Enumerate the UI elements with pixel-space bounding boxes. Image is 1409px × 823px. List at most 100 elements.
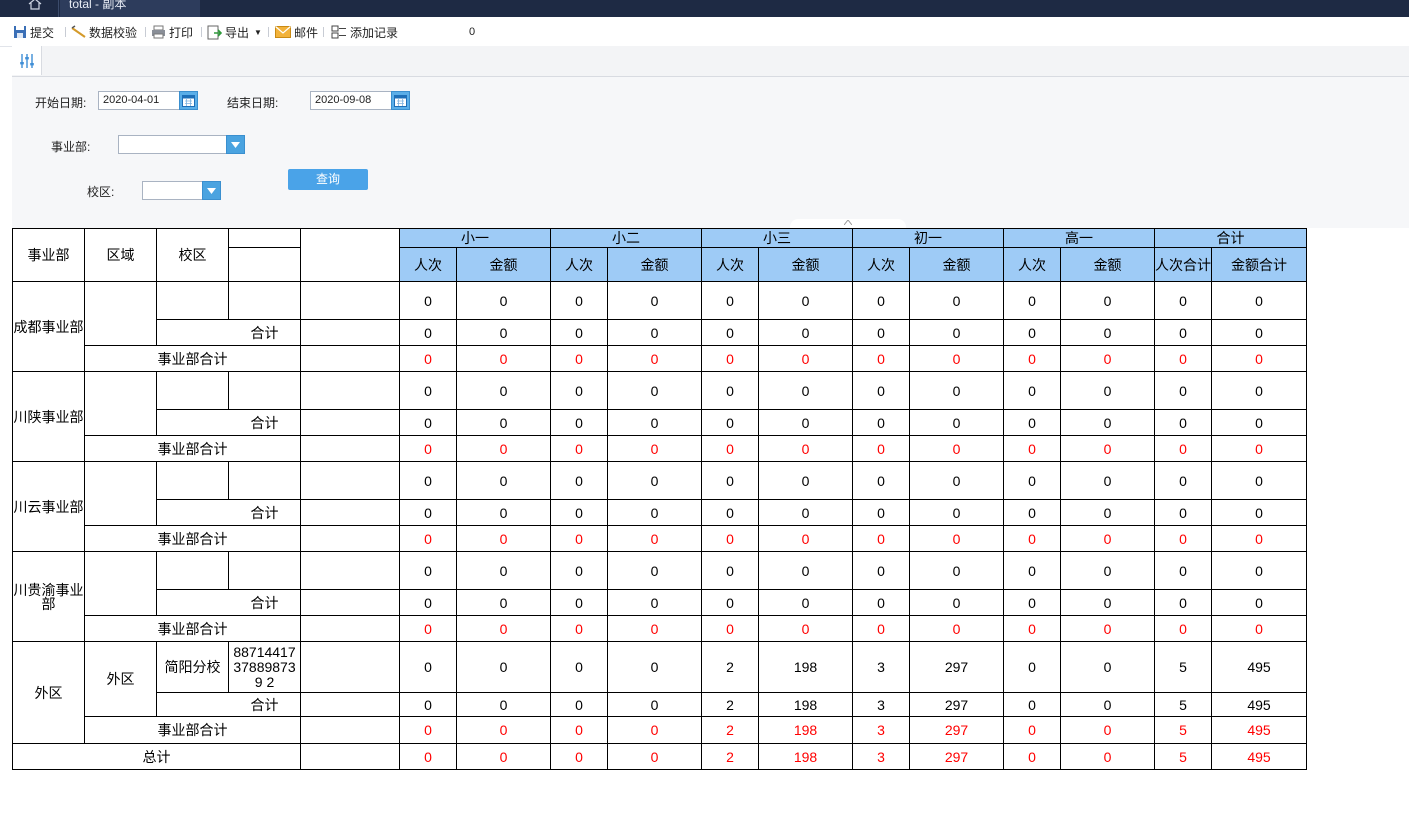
subtotal-row: 合计 0 0 0 0 2 198 3 297 0 0 5 495 <box>13 692 1307 717</box>
toolbar-divider <box>268 27 269 37</box>
value-cell: 0 <box>758 409 853 436</box>
window-titlebar: total - 副本 <box>0 0 1409 17</box>
blank-cell <box>300 371 400 410</box>
mail-button[interactable]: 邮件 <box>275 23 318 41</box>
blank-cell <box>300 409 400 436</box>
campus-label: 校区: <box>87 185 115 199</box>
filter-panel-toggle[interactable] <box>12 46 42 75</box>
subtotal-row: 合计 0 0 0 0 0 0 0 0 0 0 0 0 <box>13 319 1307 346</box>
start-date-input[interactable]: 2020-04-01 <box>98 91 180 110</box>
value-cell: 0 <box>909 409 1004 436</box>
value-cell: 0 <box>1211 615 1307 642</box>
division-name-cell: 川陕事业部 <box>12 371 85 462</box>
value-cell: 0 <box>1060 716 1155 744</box>
value-cell: 0 <box>607 615 702 642</box>
value-cell: 0 <box>399 525 457 552</box>
toolbar-divider <box>201 27 202 37</box>
validate-button[interactable]: 数据校验 <box>71 23 137 41</box>
mail-label: 邮件 <box>294 25 319 40</box>
end-date-label: 结束日期: <box>227 96 279 110</box>
value-cell: 0 <box>1060 281 1155 320</box>
header-grade: 小一 <box>399 228 551 248</box>
value-cell: 0 <box>607 319 702 346</box>
blank-cell <box>300 743 400 770</box>
subtotal-row: 合计 0 0 0 0 0 0 0 0 0 0 0 0 <box>13 589 1307 616</box>
value-cell: 0 <box>550 525 608 552</box>
value-cell: 0 <box>1060 409 1155 436</box>
value-cell: 0 <box>1211 525 1307 552</box>
campus-select[interactable] <box>142 181 204 200</box>
value-cell: 0 <box>456 551 551 590</box>
region-cell <box>84 371 157 436</box>
value-cell: 495 <box>1211 692 1307 717</box>
end-date-picker[interactable] <box>391 91 410 110</box>
calendar-icon <box>394 95 407 107</box>
value-cell: 0 <box>909 345 1004 372</box>
print-button[interactable]: 打印 <box>151 23 193 41</box>
value-cell: 0 <box>909 499 1004 526</box>
value-cell: 0 <box>456 615 551 642</box>
header-amount-total: 金额合计 <box>1211 247 1307 282</box>
header-blank <box>228 228 301 248</box>
division-dropdown-button[interactable] <box>226 135 245 154</box>
region-cell <box>84 281 157 346</box>
end-date-input[interactable]: 2020-09-08 <box>310 91 392 110</box>
subtotal-label: 合计 <box>156 499 301 526</box>
query-button[interactable]: 查询 <box>288 169 368 190</box>
export-label: 导出 <box>225 25 250 40</box>
value-cell: 198 <box>758 743 853 770</box>
campus-dropdown-button[interactable] <box>202 181 221 200</box>
value-cell: 0 <box>852 461 910 500</box>
document-tab[interactable]: total - 副本 <box>60 0 200 17</box>
value-cell: 0 <box>1060 435 1155 462</box>
value-cell: 0 <box>607 345 702 372</box>
header-grade: 小二 <box>550 228 702 248</box>
value-cell: 0 <box>550 435 608 462</box>
value-cell: 0 <box>1154 281 1212 320</box>
chevron-down-icon: ▼ <box>254 27 262 37</box>
value-cell: 0 <box>550 499 608 526</box>
campus-cell: 简阳分校 <box>156 641 229 693</box>
value-cell: 0 <box>758 461 853 500</box>
value-cell: 0 <box>456 499 551 526</box>
blank-cell <box>300 499 400 526</box>
value-cell: 3 <box>852 743 910 770</box>
value-cell: 495 <box>1211 716 1307 744</box>
add-record-label: 添加记录 <box>350 25 399 40</box>
value-cell: 3 <box>852 716 910 744</box>
value-cell: 0 <box>1003 409 1061 436</box>
submit-button[interactable]: 提交 <box>13 23 54 41</box>
value-cell: 0 <box>550 615 608 642</box>
value-cell: 0 <box>758 615 853 642</box>
panel-collapse-handle[interactable] <box>790 219 906 228</box>
value-cell: 0 <box>550 589 608 616</box>
value-cell: 0 <box>1003 435 1061 462</box>
value-cell: 0 <box>1003 525 1061 552</box>
value-cell: 0 <box>1154 499 1212 526</box>
add-record-button[interactable]: 添加记录 <box>331 23 398 41</box>
value-cell: 0 <box>1060 371 1155 410</box>
header-amount: 金额 <box>758 247 853 282</box>
value-cell: 0 <box>1003 551 1061 590</box>
start-date-label: 开始日期: <box>35 96 87 110</box>
value-cell: 0 <box>701 461 759 500</box>
value-cell: 3 <box>852 692 910 717</box>
value-cell: 0 <box>1211 281 1307 320</box>
header-region: 区域 <box>84 228 157 282</box>
value-cell: 0 <box>607 716 702 744</box>
value-cell: 495 <box>1211 743 1307 770</box>
header-total: 合计 <box>1154 228 1307 248</box>
header-count: 人次 <box>550 247 608 282</box>
save-icon <box>14 26 26 38</box>
home-tab[interactable] <box>12 0 59 17</box>
start-date-picker[interactable] <box>179 91 198 110</box>
value-cell: 0 <box>909 281 1004 320</box>
value-cell: 0 <box>399 615 457 642</box>
export-button[interactable]: 导出 ▼ <box>207 23 262 41</box>
division-select[interactable] <box>118 135 228 154</box>
campus-code-cell <box>228 371 301 410</box>
subtotal-row: 合计 0 0 0 0 0 0 0 0 0 0 0 0 <box>13 409 1307 436</box>
division-total-label: 事业部合计 <box>84 716 301 744</box>
blank-cell <box>300 435 400 462</box>
add-record-icon <box>331 25 346 39</box>
